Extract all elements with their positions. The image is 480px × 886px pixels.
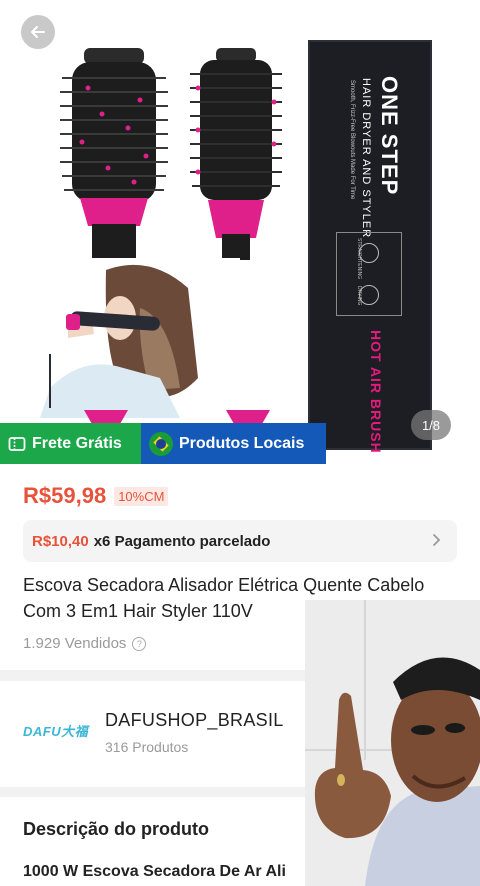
box-title: ONE STEP xyxy=(377,76,402,196)
brush-image-2 xyxy=(190,48,282,260)
product-price: R$59,98 xyxy=(23,483,107,508)
image-page-indicator: 1/8 xyxy=(411,410,451,440)
box-tagline: Smooth, Frizz-Free Blowouts Made For Tim… xyxy=(349,80,355,200)
installment-option[interactable]: R$10,40 x6 Pagamento parcelado xyxy=(23,520,457,562)
ticket-icon xyxy=(8,436,26,451)
description-text: 1000 W Escova Secadora De Ar Ali xyxy=(23,863,286,880)
drying-icon xyxy=(359,285,379,305)
price-row: R$59,98 10%CM xyxy=(23,483,169,509)
box-feature-1: STRAIGHTENING xyxy=(356,238,362,280)
box-feature-panel xyxy=(336,232,402,316)
brush-image-1 xyxy=(60,48,168,260)
chevron-right-icon xyxy=(433,534,441,546)
shop-product-count: 316 Produtos xyxy=(105,739,189,755)
sold-count: 1.929 Vendidos xyxy=(23,635,127,652)
shop-card[interactable]: DAFU大福 DAFUSHOP_BRASIL 316 Produtos xyxy=(0,681,310,787)
product-image-gallery[interactable]: ONE STEP HAIR DRYER AND STYLER Smooth, F… xyxy=(0,0,480,465)
local-products-badge: Produtos Locais xyxy=(141,423,326,464)
brazil-flag-icon xyxy=(149,431,173,456)
box-subtitle: HAIR DRYER AND STYLER xyxy=(360,78,372,239)
discount-badge: 10%CM xyxy=(114,486,169,506)
shipping-badges: Frete Grátis Produtos Locais xyxy=(0,423,326,464)
back-button[interactable] xyxy=(21,15,55,49)
box-product-name: HOT AIR BRUSH xyxy=(368,330,384,454)
free-shipping-label: Frete Grátis xyxy=(32,434,122,452)
local-products-label: Produtos Locais xyxy=(179,434,305,452)
woman-using-brush-image xyxy=(20,258,240,418)
presenter-video-overlay xyxy=(305,600,480,886)
sold-count-row: 1.929 Vendidos ? xyxy=(23,635,147,652)
straightening-icon xyxy=(359,243,379,263)
arrow-left-icon xyxy=(31,26,45,38)
box-feature-2: DRYING xyxy=(356,286,362,306)
shop-name: DAFUSHOP_BRASIL xyxy=(105,710,284,730)
product-box-image: ONE STEP HAIR DRYER AND STYLER Smooth, F… xyxy=(308,40,432,454)
installment-price: R$10,40 xyxy=(32,532,89,550)
installment-label: x6 Pagamento parcelado xyxy=(93,532,271,550)
free-shipping-badge: Frete Grátis xyxy=(0,423,141,464)
question-icon[interactable]: ? xyxy=(132,636,147,651)
brush-bases xyxy=(84,410,270,424)
shop-logo: DAFU大福 xyxy=(23,724,89,739)
description-heading: Descrição do produto xyxy=(23,819,210,839)
